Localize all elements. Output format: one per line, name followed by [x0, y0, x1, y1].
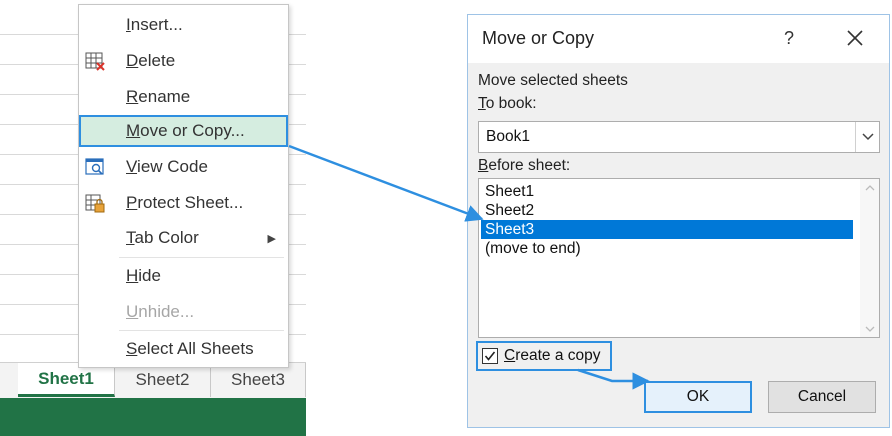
sheet-tab-context-menu: Insert... Delete Rename Move or Copy... … [78, 4, 289, 368]
sheet-tab-sheet2[interactable]: Sheet2 [115, 363, 211, 397]
menu-item-delete[interactable]: Delete [79, 45, 288, 77]
sheet-tab-sheet1[interactable]: Sheet1 [18, 363, 115, 397]
list-item-sheet2[interactable]: Sheet2 [481, 201, 853, 220]
menu-item-label-rest: nsert... [130, 15, 183, 34]
menu-item-tab-color[interactable]: Tab Color ▶ [79, 222, 288, 254]
list-item-sheet1[interactable]: Sheet1 [481, 182, 853, 201]
menu-separator [119, 257, 284, 258]
menu-item-label: Protect Sheet... [126, 193, 244, 212]
menu-separator [119, 330, 284, 331]
menu-item-unhide: Unhide... [79, 296, 288, 328]
to-book-dropdown-button[interactable] [855, 122, 879, 152]
create-copy-option[interactable]: Create a copy [476, 341, 612, 371]
sheet-tab-sheet3[interactable]: Sheet3 [211, 363, 306, 397]
menu-item-move-or-copy[interactable]: Move or Copy... [79, 115, 288, 147]
menu-item-label: Unhide... [126, 302, 195, 321]
chevron-up-icon [865, 184, 874, 190]
menu-item-label: Hide [126, 266, 161, 285]
to-book-select[interactable]: Book1 [478, 121, 880, 153]
move-selected-sheets-label: Move selected sheets [478, 72, 628, 89]
submenu-arrow-icon: ▶ [267, 232, 276, 245]
menu-item-view-code[interactable]: View Code [79, 151, 288, 183]
protect-sheet-icon [85, 194, 105, 213]
menu-item-select-all-sheets[interactable]: Select All Sheets [79, 333, 288, 365]
before-sheet-list[interactable]: Sheet1 Sheet2 Sheet3 (move to end) [478, 178, 880, 338]
dialog-titlebar: Move or Copy ? [468, 15, 889, 63]
menu-item-protect-sheet[interactable]: Protect Sheet... [79, 187, 288, 219]
dialog-title: Move or Copy [482, 28, 595, 48]
menu-item-rename[interactable]: Rename [79, 81, 288, 113]
to-book-value: Book1 [486, 128, 530, 145]
menu-item-label: Select All Sheets [126, 339, 254, 358]
scroll-up-button[interactable] [860, 179, 879, 196]
chevron-down-icon [861, 133, 874, 141]
move-or-copy-dialog: Move or Copy ? Move selected sheets To b… [467, 14, 890, 428]
status-bar [0, 398, 306, 436]
chevron-down-icon [865, 326, 874, 332]
close-icon [847, 30, 863, 46]
close-button[interactable] [840, 23, 870, 53]
list-item-move-to-end[interactable]: (move to end) [481, 239, 853, 258]
list-item-sheet3[interactable]: Sheet3 [481, 220, 853, 239]
help-button[interactable]: ? [776, 25, 802, 51]
ok-button[interactable]: OK [644, 381, 752, 413]
checkmark-icon [484, 351, 496, 361]
menu-item-label: Rename [126, 87, 191, 106]
menu-item-label: Move or Copy... [126, 121, 245, 140]
create-copy-label: Create a copy [504, 347, 601, 364]
arrow-menu-to-dialog [288, 144, 484, 222]
to-book-label: To book: [478, 95, 537, 112]
menu-item-label: View Code [126, 157, 208, 176]
menu-item-insert[interactable]: Insert... [79, 9, 288, 41]
before-sheet-label: Before sheet: [478, 157, 571, 174]
create-copy-checkbox[interactable] [482, 348, 498, 364]
list-scrollbar[interactable] [860, 179, 879, 337]
menu-item-label: Tab Color [126, 228, 199, 247]
view-code-icon [85, 158, 104, 175]
menu-item-label: Delete [126, 51, 176, 70]
menu-item-hide[interactable]: Hide [79, 260, 288, 292]
menu-item-label: Insert... [126, 15, 183, 34]
cancel-button[interactable]: Cancel [768, 381, 876, 413]
scroll-down-button[interactable] [860, 320, 879, 337]
delete-sheet-icon [85, 52, 105, 71]
